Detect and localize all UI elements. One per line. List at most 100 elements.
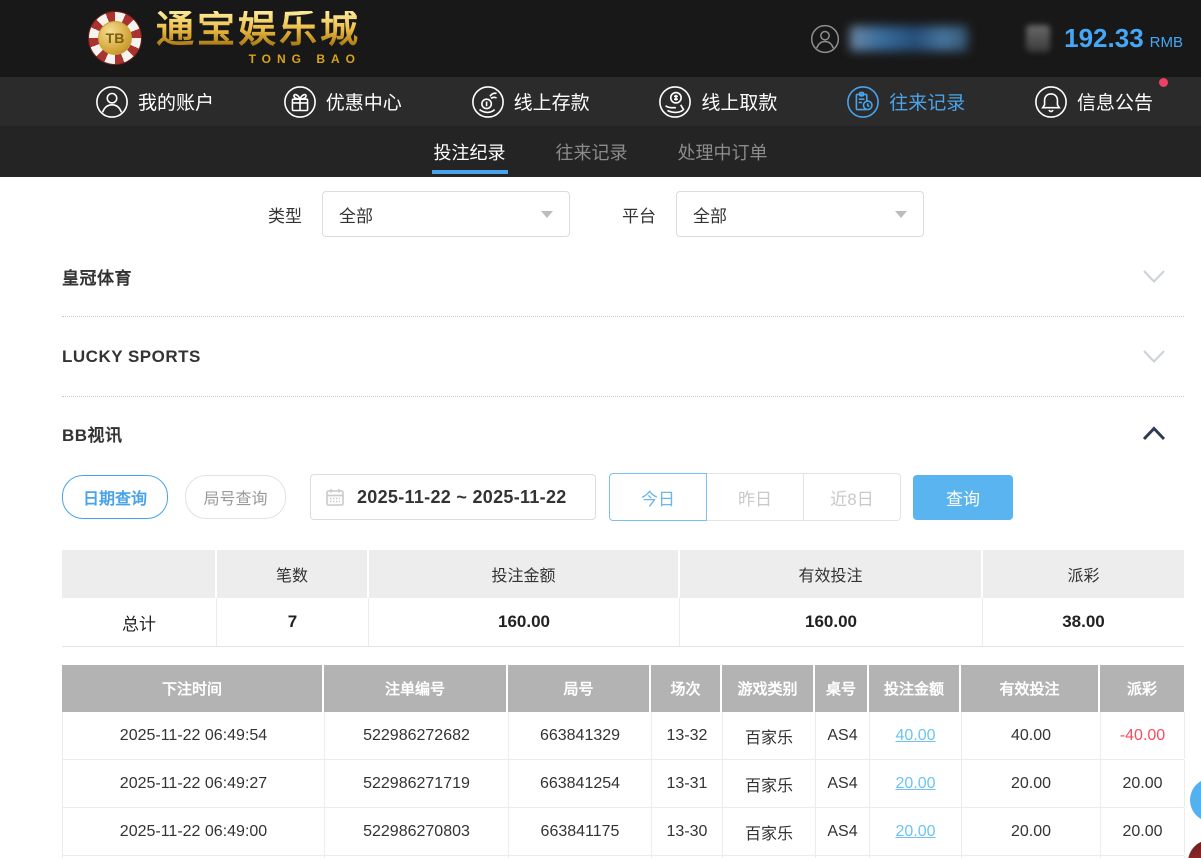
top-header: TB 通宝娱乐城 TONG BAO 192.33 RMB (0, 0, 1201, 77)
logo-title: 通宝娱乐城 (156, 11, 361, 51)
summary-total-row: 总计 7 160.00 160.00 38.00 (62, 598, 1184, 647)
site-logo[interactable]: TB 通宝娱乐城 TONG BAO (88, 11, 361, 66)
detail-header-game-type: 游戏类别 (722, 665, 815, 712)
detail-header-session: 场次 (651, 665, 722, 712)
cell-bet-amount-link[interactable]: 20.00 (870, 808, 962, 855)
summary-table: 笔数 投注金额 有效投注 派彩 总计 7 160.00 160.00 38.00 (62, 550, 1184, 647)
round-query-button[interactable]: 局号查询 (185, 475, 286, 519)
page: TB 通宝娱乐城 TONG BAO 192.33 RMB (0, 0, 1201, 858)
cell-round-id: 663841254 (509, 760, 652, 807)
section-lucky-sports[interactable]: LUCKY SPORTS (62, 317, 1184, 397)
date-range-value: 2025-11-22 ~ 2025-11-22 (357, 487, 567, 508)
cell-valid-bet: 40.00 (962, 712, 1101, 759)
detail-header-time: 下注时间 (62, 665, 324, 712)
cell-time: 2025-11-22 06:49:00 (63, 808, 325, 855)
detail-header-round-id: 局号 (508, 665, 651, 712)
section-title: BB视讯 (62, 421, 123, 446)
chip-logo-icon: TB (88, 11, 142, 65)
table-row: 2025-11-22 06:49:54 522986272682 6638413… (62, 712, 1184, 760)
cell-bet-amount-link[interactable]: 40.00 (870, 712, 962, 759)
cell-valid-bet: 20.00 (962, 808, 1101, 855)
cell-payout: 20.00 (1101, 808, 1185, 855)
username-masked[interactable] (850, 26, 968, 51)
balance-amount[interactable]: 192.33 (1064, 23, 1144, 54)
date-range-picker[interactable]: 2025-11-22 ~ 2025-11-22 (310, 474, 596, 520)
detail-header-table-no: 桌号 (815, 665, 869, 712)
nav-label: 往来记录 (889, 88, 965, 115)
tab-pending-orders[interactable]: 处理中订单 (676, 126, 770, 177)
table-row: 2025-11-22 06:49:00 522986270803 6638411… (62, 808, 1184, 856)
nav-label: 我的账户 (138, 88, 214, 115)
main-nav: 我的账户 优惠中心 线上存款 (0, 77, 1201, 126)
tab-bet-records[interactable]: 投注纪录 (432, 126, 508, 177)
customer-service-icon[interactable] (1190, 778, 1201, 822)
nav-item-withdraw[interactable]: 线上取款 (658, 85, 777, 119)
search-button[interactable]: 查询 (913, 475, 1013, 520)
platform-filter-label: 平台 (622, 202, 656, 227)
tab-transaction-records[interactable]: 往来记录 (554, 126, 630, 177)
nav-item-promotions[interactable]: 优惠中心 (283, 85, 402, 119)
cell-game-type: 百家乐 (723, 808, 816, 855)
yesterday-button[interactable]: 昨日 (706, 473, 804, 521)
summary-total-valid-bet: 160.00 (680, 598, 983, 646)
balance-currency: RMB (1150, 34, 1183, 51)
nav-label: 线上取款 (701, 88, 777, 115)
nav-item-transaction-records[interactable]: 往来记录 (846, 85, 965, 119)
cell-bet-id: 522986270803 (325, 808, 509, 855)
chevron-down-icon (1142, 269, 1166, 284)
cell-round-id: 663841329 (509, 712, 652, 759)
platform-filter-value: 全部 (693, 202, 727, 227)
logo-subtitle: TONG BAO (156, 52, 361, 66)
type-filter-select[interactable]: 全部 (322, 191, 570, 237)
chip-logo-text: TB (98, 21, 132, 55)
summary-header-payout: 派彩 (983, 550, 1184, 598)
summary-total-count: 7 (217, 598, 369, 646)
cell-time: 2025-11-22 06:49:27 (63, 760, 325, 807)
cell-table-no: AS4 (816, 712, 870, 759)
section-title: LUCKY SPORTS (62, 347, 201, 367)
cell-session: 13-30 (652, 808, 723, 855)
summary-header-bet-amount: 投注金额 (369, 550, 680, 598)
summary-total-bet-amount: 160.00 (369, 598, 680, 646)
red-float-button[interactable] (1188, 840, 1201, 858)
quick-range-group: 今日 昨日 近8日 (609, 473, 901, 521)
today-button[interactable]: 今日 (609, 473, 707, 521)
cell-round-id: 663841175 (509, 808, 652, 855)
nav-item-my-account[interactable]: 我的账户 (95, 85, 214, 119)
cell-valid-bet: 20.00 (962, 760, 1101, 807)
chevron-down-icon (895, 211, 907, 218)
date-query-button[interactable]: 日期查询 (62, 475, 168, 519)
cell-game-type: 百家乐 (723, 712, 816, 759)
notification-dot (1159, 78, 1168, 87)
nav-label: 线上存款 (514, 88, 590, 115)
records-icon (846, 85, 880, 119)
summary-total-label: 总计 (62, 598, 217, 646)
cell-payout: -40.00 (1101, 712, 1185, 759)
last-8-days-button[interactable]: 近8日 (803, 473, 901, 521)
chevron-down-icon (541, 211, 553, 218)
section-bb-video[interactable]: BB视讯 (62, 397, 1184, 469)
bell-icon (1034, 85, 1068, 119)
cell-bet-amount-link[interactable]: 20.00 (870, 760, 962, 807)
summary-header-empty (62, 550, 217, 598)
calendar-icon (325, 487, 345, 507)
cell-payout: 20.00 (1101, 760, 1185, 807)
detail-header-bet-amount: 投注金额 (869, 665, 961, 712)
summary-table-header: 笔数 投注金额 有效投注 派彩 (62, 550, 1184, 598)
user-icon (95, 85, 129, 119)
section-crown-sports[interactable]: 皇冠体育 (62, 237, 1184, 317)
cell-time: 2025-11-22 06:49:54 (63, 712, 325, 759)
section-title: 皇冠体育 (62, 264, 132, 289)
nav-item-deposit[interactable]: 线上存款 (471, 85, 590, 119)
type-filter-label: 类型 (268, 202, 302, 227)
withdraw-icon (658, 85, 692, 119)
nav-item-announcements[interactable]: 信息公告 (1034, 85, 1153, 119)
platform-filter-select[interactable]: 全部 (676, 191, 924, 237)
cell-game-type: 百家乐 (723, 760, 816, 807)
gift-icon (283, 85, 317, 119)
user-circle-icon (810, 24, 840, 54)
sub-nav: 投注纪录 往来记录 处理中订单 (0, 126, 1201, 177)
nav-label: 信息公告 (1077, 88, 1153, 115)
cell-table-no: AS4 (816, 760, 870, 807)
detail-header-bet-id: 注单编号 (324, 665, 508, 712)
